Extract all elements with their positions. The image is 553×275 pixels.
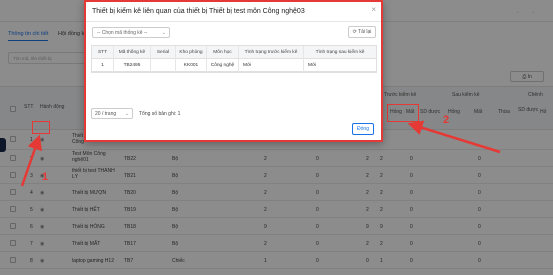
close-icon[interactable]: ×: [371, 5, 376, 14]
stat-code-select[interactable]: -- Chọn mã thống kê -- ⌄: [92, 27, 170, 38]
related-inventory-table: STT Mã thống kê Serial Kho phòng Môn học…: [91, 45, 377, 73]
cell-status-before: Mới: [239, 59, 304, 72]
col-stt: STT: [92, 46, 114, 59]
total-records: Tổng số bản ghi: 1: [139, 111, 181, 117]
modal-divider: [86, 21, 381, 22]
chevron-down-icon: ⌄: [161, 30, 166, 36]
stat-code-select-placeholder: -- Chọn mã thống kê --: [97, 30, 148, 36]
chevron-down-icon: ⌄: [124, 111, 129, 117]
col-subject: Môn học: [207, 46, 239, 59]
cell-stt: 1: [92, 59, 114, 72]
reload-button[interactable]: ⟳ Tải lại: [348, 26, 376, 38]
annotation-number-1: 1: [42, 171, 49, 183]
related-table-row[interactable]: 1 TB2495 KK001 Công nghệ Mới Mới: [92, 59, 376, 72]
close-button[interactable]: Đóng: [352, 123, 374, 135]
arrow-2: [407, 120, 501, 154]
col-status-after: Tình trạng sau kiểm kê: [315, 50, 365, 55]
cell-stat-code: TB2495: [114, 59, 151, 72]
related-inventory-modal: Thiết bị kiểm kê liên quan của thiết bị …: [84, 0, 383, 142]
col-serial: Serial: [151, 46, 176, 59]
cell-warehouse: KK001: [176, 59, 207, 72]
col-stat-code: Mã thống kê: [114, 46, 151, 59]
cell-status-after: Mới: [308, 63, 317, 68]
page-size-value: 20 / trang: [95, 111, 117, 117]
cell-serial: [151, 59, 176, 72]
annotation-number-2: 2: [443, 114, 450, 126]
cell-subject: Công nghệ: [207, 59, 239, 72]
page-size-select[interactable]: 20 / trang ⌄: [91, 108, 133, 119]
modal-title: Thiết bị kiểm kê liên quan của thiết bị …: [92, 8, 305, 15]
col-status-before: Tình trạng trước kiểm kê: [239, 46, 304, 59]
col-warehouse: Kho phòng: [176, 46, 207, 59]
arrow-1: [20, 134, 42, 187]
related-table-header: STT Mã thống kê Serial Kho phòng Môn học…: [92, 46, 376, 59]
